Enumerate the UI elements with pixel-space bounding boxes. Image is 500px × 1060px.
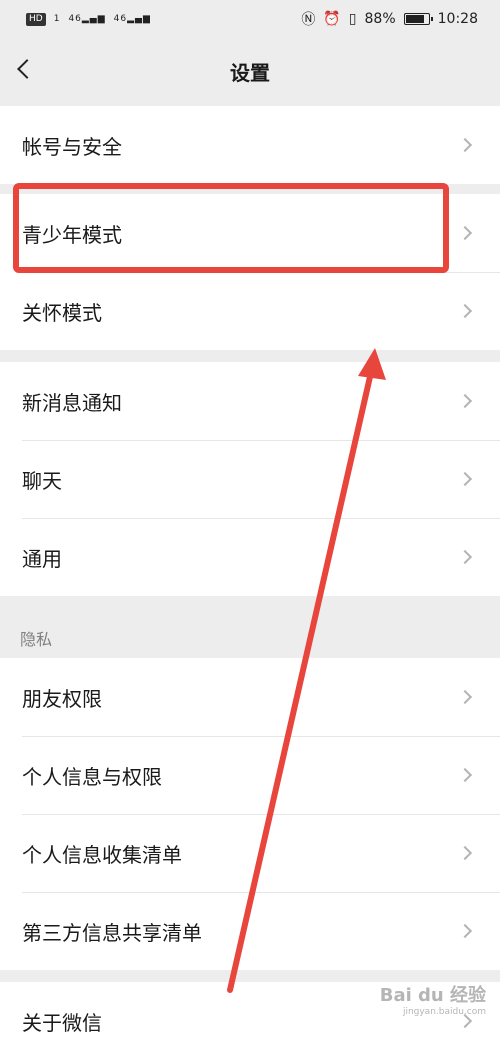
watermark-url: jingyan.baidu.com xyxy=(402,1007,486,1017)
annotation-arrow xyxy=(227,348,386,993)
watermark-text: Bai du 经验 xyxy=(379,985,486,1006)
annotation-arrow-head xyxy=(358,348,386,380)
watermark-logo: Bai du 经验 jingyan.baidu.com xyxy=(380,981,486,1017)
annotation-arrow-shaft xyxy=(227,365,375,993)
